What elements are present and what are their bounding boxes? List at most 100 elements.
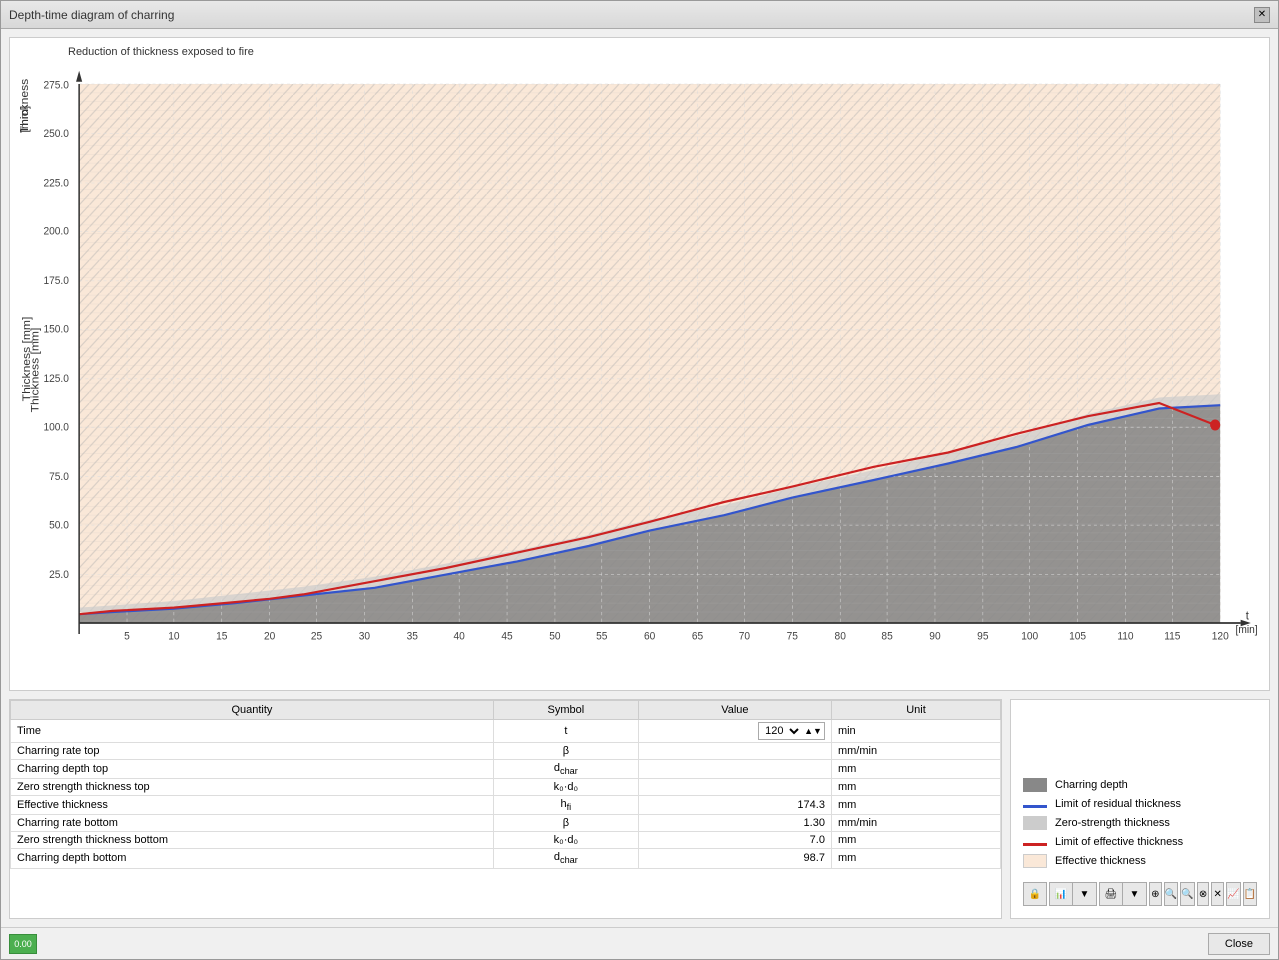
- svg-text:150.0: 150.0: [43, 323, 69, 335]
- quantity-label: Charring rate bottom: [11, 815, 494, 832]
- export-button[interactable]: 📊: [1049, 882, 1073, 906]
- zoom-fit-button[interactable]: ⊕: [1149, 882, 1162, 906]
- svg-text:100: 100: [1021, 630, 1038, 642]
- svg-text:275.0: 275.0: [43, 79, 69, 91]
- table-view-button[interactable]: 📋: [1243, 882, 1257, 906]
- lock-button[interactable]: 🔒: [1023, 882, 1047, 906]
- quantity-label: Zero strength thickness top: [11, 779, 494, 796]
- svg-text:Thickness [mm]: Thickness [mm]: [21, 317, 33, 402]
- value-cell: [638, 743, 831, 760]
- col-unit: Unit: [831, 701, 1000, 720]
- svg-text:250.0: 250.0: [43, 127, 69, 139]
- toolbar-icon-group-2: 📊 ▼: [1049, 882, 1097, 906]
- quantity-label: Zero strength thickness bottom: [11, 832, 494, 849]
- eraser-button[interactable]: ✕: [1211, 882, 1224, 906]
- zoom-reset-button[interactable]: ⊗: [1197, 882, 1210, 906]
- symbol-cell: t: [493, 720, 638, 743]
- zoom-in-button[interactable]: 🔍: [1164, 882, 1178, 906]
- svg-text:55: 55: [596, 630, 607, 642]
- residual-thickness-swatch: [1023, 805, 1047, 808]
- quantity-label: Charring depth bottom: [11, 849, 494, 868]
- unit-cell: mm: [831, 760, 1000, 779]
- chart-container: Thickness [mm] Thickness [mm]: [18, 62, 1261, 678]
- value-cell: [638, 760, 831, 779]
- svg-text:105: 105: [1069, 630, 1086, 642]
- symbol-cell: β: [493, 743, 638, 760]
- table-row: Charring depth top dchar mm: [11, 760, 1001, 779]
- svg-text:15: 15: [216, 630, 227, 642]
- table-row: Charring depth bottom dchar 98.7 mm: [11, 849, 1001, 868]
- table-row: Charring rate bottom β 1.30 mm/min: [11, 815, 1001, 832]
- symbol-cell: dchar: [493, 760, 638, 779]
- zoom-out-button[interactable]: 🔍: [1180, 882, 1194, 906]
- legend-label: Limit of effective thickness: [1055, 836, 1183, 848]
- table-row: Time t 120 60 90 ▲▼: [11, 720, 1001, 743]
- svg-text:25.0: 25.0: [49, 569, 69, 581]
- zero-strength-swatch: [1023, 816, 1047, 830]
- unit-cell: mm: [831, 849, 1000, 868]
- legend-label: Limit of residual thickness: [1055, 798, 1181, 810]
- table-row: Effective thickness hfi 174.3 mm: [11, 796, 1001, 815]
- value-cell: 174.3: [638, 796, 831, 815]
- legend-effective-thickness: Effective thickness: [1023, 854, 1257, 868]
- legend-zero-strength: Zero-strength thickness: [1023, 816, 1257, 830]
- svg-text:115: 115: [1164, 630, 1180, 642]
- svg-text:125.0: 125.0: [43, 373, 69, 385]
- svg-text:175.0: 175.0: [43, 275, 69, 287]
- close-button[interactable]: Close: [1208, 933, 1270, 955]
- table-row: Charring rate top β mm/min: [11, 743, 1001, 760]
- toolbar-icon-group-3: 🖨 ▼: [1099, 882, 1147, 906]
- svg-text:75.0: 75.0: [49, 471, 69, 483]
- legend-label: Effective thickness: [1055, 855, 1146, 867]
- unit-cell: mm/min: [831, 743, 1000, 760]
- window-title: Depth-time diagram of charring: [9, 8, 174, 22]
- symbol-cell: k₀·d₀: [493, 779, 638, 796]
- titlebar: Depth-time diagram of charring ✕: [1, 1, 1278, 29]
- svg-text:85: 85: [881, 630, 892, 642]
- status-left: 0.00: [9, 934, 37, 954]
- data-table: Quantity Symbol Value Unit Time t: [10, 700, 1001, 869]
- chart-view-button[interactable]: 📈: [1226, 882, 1240, 906]
- legend-residual-thickness: Limit of residual thickness: [1023, 798, 1257, 810]
- svg-text:95: 95: [977, 630, 988, 642]
- svg-text:70: 70: [739, 630, 750, 642]
- chart-toolbar: 🔒 📊 ▼ 🖨 ▼ ⊕ 🔍 🔍 ⊗ ✕ 📈: [1023, 882, 1257, 906]
- col-symbol: Symbol: [493, 701, 638, 720]
- value-cell: 7.0: [638, 832, 831, 849]
- svg-text:20: 20: [264, 630, 275, 642]
- table-row: Zero strength thickness bottom k₀·d₀ 7.0…: [11, 832, 1001, 849]
- green-indicator: 0.00: [9, 934, 37, 954]
- svg-text:35: 35: [407, 630, 418, 642]
- svg-text:30: 30: [359, 630, 370, 642]
- value-cell: 120 60 90 ▲▼: [638, 720, 831, 743]
- quantity-label: Charring rate top: [11, 743, 494, 760]
- svg-text:90: 90: [929, 630, 940, 642]
- svg-text:40: 40: [453, 630, 464, 642]
- data-table-section: Quantity Symbol Value Unit Time t: [9, 699, 1002, 919]
- time-select[interactable]: 120 60 90: [759, 723, 802, 739]
- symbol-cell: hfi: [493, 796, 638, 815]
- main-content: Reduction of thickness exposed to fire T…: [1, 29, 1278, 927]
- svg-text:75: 75: [787, 630, 798, 642]
- unit-cell: mm/min: [831, 815, 1000, 832]
- value-cell: 1.30: [638, 815, 831, 832]
- svg-text:65: 65: [692, 630, 703, 642]
- symbol-cell: k₀·d₀: [493, 832, 638, 849]
- svg-text:80: 80: [835, 630, 846, 642]
- svg-text:5: 5: [124, 630, 130, 642]
- legend-charring-depth: Charring depth: [1023, 778, 1257, 792]
- quantity-label: Charring depth top: [11, 760, 494, 779]
- main-window: Depth-time diagram of charring ✕ Reducti…: [0, 0, 1279, 960]
- col-value: Value: [638, 701, 831, 720]
- unit-cell: mm: [831, 832, 1000, 849]
- window-close-button[interactable]: ✕: [1254, 7, 1270, 23]
- print-dropdown-button[interactable]: ▼: [1123, 882, 1147, 906]
- export-dropdown-button[interactable]: ▼: [1073, 882, 1097, 906]
- time-input[interactable]: 120 60 90 ▲▼: [758, 722, 825, 740]
- unit-cell: min: [831, 720, 1000, 743]
- status-bar: 0.00 Close: [1, 927, 1278, 959]
- symbol-cell: β: [493, 815, 638, 832]
- print-button[interactable]: 🖨: [1099, 882, 1123, 906]
- effective-thickness-swatch: [1023, 854, 1047, 868]
- unit-cell: mm: [831, 779, 1000, 796]
